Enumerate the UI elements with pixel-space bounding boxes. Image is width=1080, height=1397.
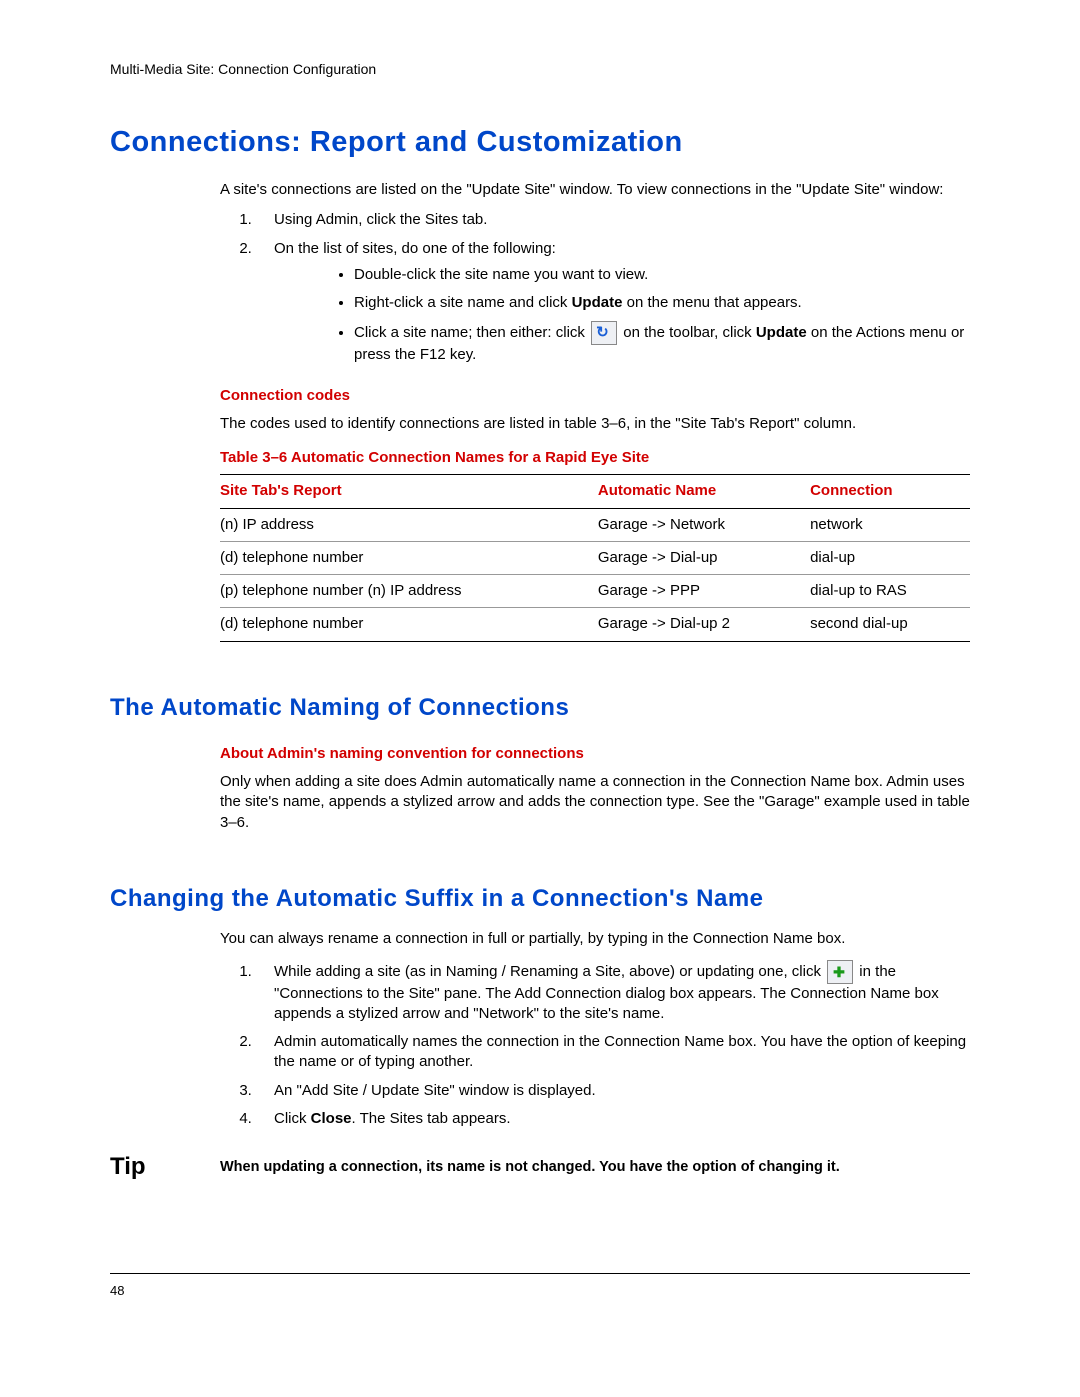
- tip-text: When updating a connection, its name is …: [220, 1151, 840, 1178]
- step-2-text: On the list of sites, do one of the foll…: [274, 240, 556, 257]
- bullet-right-click: Right-click a site name and click Update…: [354, 293, 970, 313]
- step-1: Using Admin, click the Sites tab.: [256, 210, 970, 230]
- table-row: (d) telephone number Garage -> Dial-up d…: [220, 541, 970, 574]
- change-step-4: Click Close. The Sites tab appears.: [256, 1109, 970, 1129]
- change-paragraph: You can always rename a connection in fu…: [220, 929, 970, 949]
- subhead-connection-codes: Connection codes: [220, 386, 970, 406]
- page-footer: 48: [110, 1273, 970, 1300]
- step-2: On the list of sites, do one of the foll…: [256, 239, 970, 366]
- change-step-2: Admin automatically names the connection…: [256, 1032, 970, 1073]
- table-row: (n) IP address Garage -> Network network: [220, 508, 970, 541]
- page-number: 48: [110, 1283, 124, 1298]
- tip-label: Tip: [110, 1151, 220, 1183]
- codes-paragraph: The codes used to identify connections a…: [220, 414, 970, 434]
- table-row: (p) telephone number (n) IP address Gara…: [220, 575, 970, 608]
- about-paragraph: Only when adding a site does Admin autom…: [220, 772, 970, 833]
- col-automatic-name: Automatic Name: [598, 475, 810, 508]
- heading-changing-suffix: Changing the Automatic Suffix in a Conne…: [110, 883, 970, 915]
- running-header: Multi-Media Site: Connection Configurati…: [110, 60, 970, 79]
- change-step-1: While adding a site (as in Naming / Rena…: [256, 960, 970, 1025]
- bullet-click-toolbar: Click a site name; then either: click on…: [354, 321, 970, 365]
- connection-names-table: Table 3–6 Automatic Connection Names for…: [220, 444, 970, 642]
- intro-paragraph: A site's connections are listed on the "…: [220, 180, 970, 200]
- change-step-3: An "Add Site / Update Site" window is di…: [256, 1081, 970, 1101]
- col-site-tab-report: Site Tab's Report: [220, 475, 598, 508]
- heading-automatic-naming: The Automatic Naming of Connections: [110, 692, 970, 724]
- col-connection: Connection: [810, 475, 970, 508]
- tip-block: Tip When updating a connection, its name…: [110, 1151, 970, 1183]
- bullet-double-click: Double-click the site name you want to v…: [354, 265, 970, 285]
- plus-icon: [827, 960, 853, 984]
- table-caption: Table 3–6 Automatic Connection Names for…: [220, 444, 970, 474]
- subhead-about-naming: About Admin's naming convention for conn…: [220, 744, 970, 764]
- table-row: (d) telephone number Garage -> Dial-up 2…: [220, 608, 970, 641]
- heading-connections-report: Connections: Report and Customization: [110, 123, 970, 162]
- refresh-icon: [591, 321, 617, 345]
